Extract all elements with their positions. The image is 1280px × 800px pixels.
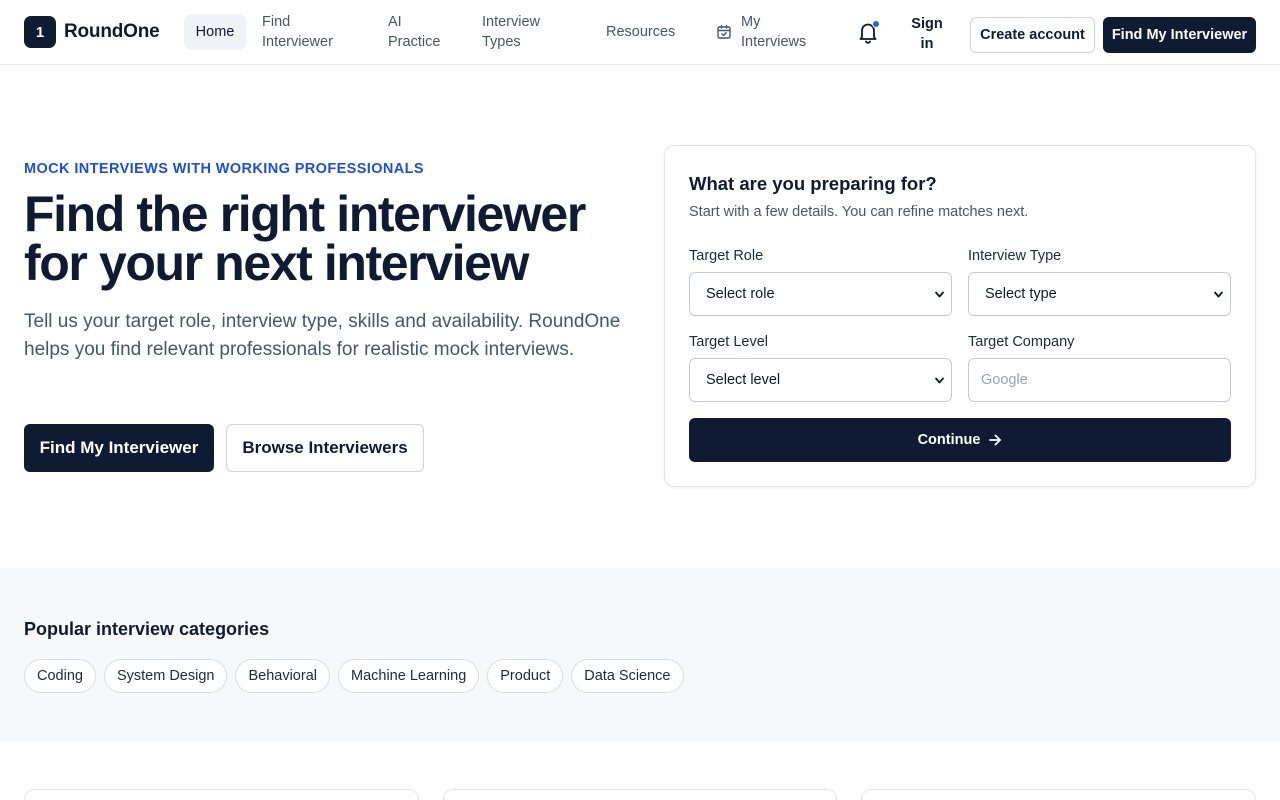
nav-my-interviews-label: My Interviews — [741, 14, 807, 50]
sign-in-link[interactable]: Sign in — [907, 14, 947, 54]
category-chip-data-science[interactable]: Data Science — [571, 659, 684, 693]
categories-title: Popular interview categories — [24, 619, 270, 639]
brand-logo[interactable]: 1 RoundOne — [24, 16, 160, 48]
chevron-down-icon — [1214, 291, 1223, 298]
calendar-check-icon — [717, 24, 731, 39]
feature-card — [861, 789, 1256, 800]
feature-card — [443, 789, 837, 800]
header-find-my-interviewer-button[interactable]: Find My Interviewer — [1103, 17, 1256, 53]
category-chip-coding[interactable]: Coding — [24, 659, 96, 693]
target-company-placeholder: Google — [981, 372, 1028, 388]
interview-type-select[interactable]: Select type — [968, 272, 1231, 316]
target-role-label: Target Role — [689, 248, 764, 264]
hero-title: Find the right interviewer for your next… — [24, 186, 586, 291]
interview-type-label: Interview Type — [968, 248, 1062, 264]
top-navigation: 1 RoundOne Home Find Interviewer AI Prac… — [0, 0, 1280, 65]
category-chip-behavioral[interactable]: Behavioral — [235, 659, 330, 693]
hero-subtitle: Tell us your target role, interview type… — [24, 311, 621, 360]
feature-card — [24, 789, 419, 800]
target-company-input[interactable]: Google — [968, 358, 1231, 402]
category-chip-product[interactable]: Product — [487, 659, 564, 693]
nav-interview-types[interactable]: Interview Types — [482, 12, 562, 52]
nav-find-interviewer[interactable]: Find Interviewer — [262, 12, 352, 52]
nav-my-interviews[interactable]: My Interviews — [716, 12, 821, 52]
notification-dot — [872, 20, 880, 28]
continue-label: Continue — [917, 432, 981, 448]
popular-categories-section: Popular interview categories Coding Syst… — [0, 567, 1280, 741]
target-level-select[interactable]: Select level — [689, 358, 952, 402]
continue-button[interactable]: Continue — [689, 418, 1231, 462]
target-role-select[interactable]: Select role — [689, 272, 952, 316]
category-chip-machine-learning[interactable]: Machine Learning — [337, 659, 480, 693]
create-account-button[interactable]: Create account — [970, 17, 1095, 53]
nav-home[interactable]: Home — [184, 14, 246, 50]
form-subtitle: Start with a few details. You can refine… — [689, 204, 1029, 220]
interview-type-value: Select type — [985, 286, 1057, 302]
nav-resources[interactable]: Resources — [606, 22, 675, 42]
category-chip-list: Coding System Design Behavioral Machine … — [24, 659, 692, 693]
chevron-down-icon — [935, 377, 944, 384]
form-title: What are you preparing for? — [689, 173, 937, 194]
browse-interviewers-button[interactable]: Browse Interviewers — [226, 424, 424, 472]
find-my-interviewer-button[interactable]: Find My Interviewer — [24, 424, 214, 472]
target-company-label: Target Company — [968, 334, 1075, 350]
category-chip-system-design[interactable]: System Design — [103, 659, 228, 693]
chevron-down-icon — [935, 291, 944, 298]
target-level-value: Select level — [706, 372, 781, 388]
preparation-form-card: What are you preparing for? Start with a… — [664, 145, 1256, 487]
nav-ai-practice[interactable]: AI Practice — [388, 12, 458, 52]
hero-eyebrow: MOCK INTERVIEWS WITH WORKING PROFESSIONA… — [24, 161, 424, 177]
logo-mark: 1 — [24, 16, 56, 48]
target-level-label: Target Level — [689, 334, 768, 350]
target-role-value: Select role — [706, 286, 775, 302]
brand-name: RoundOne — [64, 21, 160, 42]
arrow-right-icon — [989, 434, 1002, 446]
